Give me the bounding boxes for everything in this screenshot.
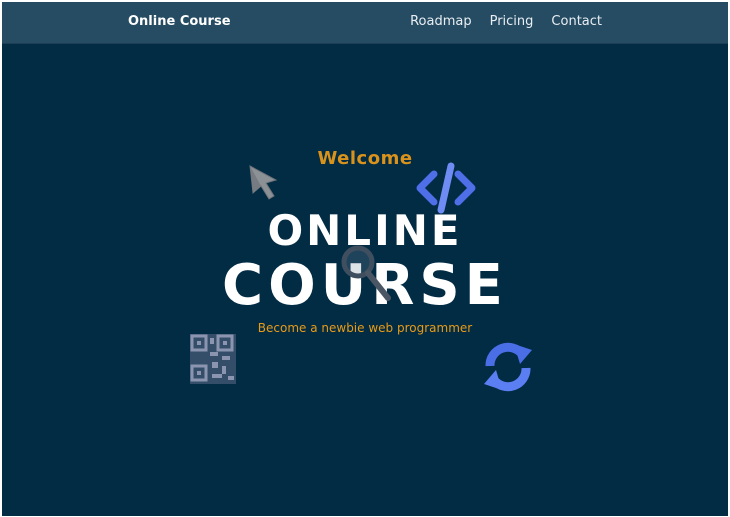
nav-link-contact[interactable]: Contact (551, 14, 602, 29)
brand-logo-text[interactable]: Online Course (128, 14, 231, 29)
nav-link-roadmap[interactable]: Roadmap (410, 14, 472, 29)
magnifier-icon (341, 245, 391, 301)
welcome-heading: Welcome (317, 148, 413, 169)
page-frame: Online Course Roadmap Pricing Contact We… (2, 2, 728, 516)
nav-link-pricing[interactable]: Pricing (490, 14, 534, 29)
refresh-icon (484, 342, 532, 392)
nav-links: Roadmap Pricing Contact (410, 14, 602, 29)
hero-subtitle: Become a newbie web programmer (257, 321, 473, 335)
qr-code-icon (190, 334, 236, 384)
navbar: Online Course Roadmap Pricing Contact (2, 2, 728, 44)
